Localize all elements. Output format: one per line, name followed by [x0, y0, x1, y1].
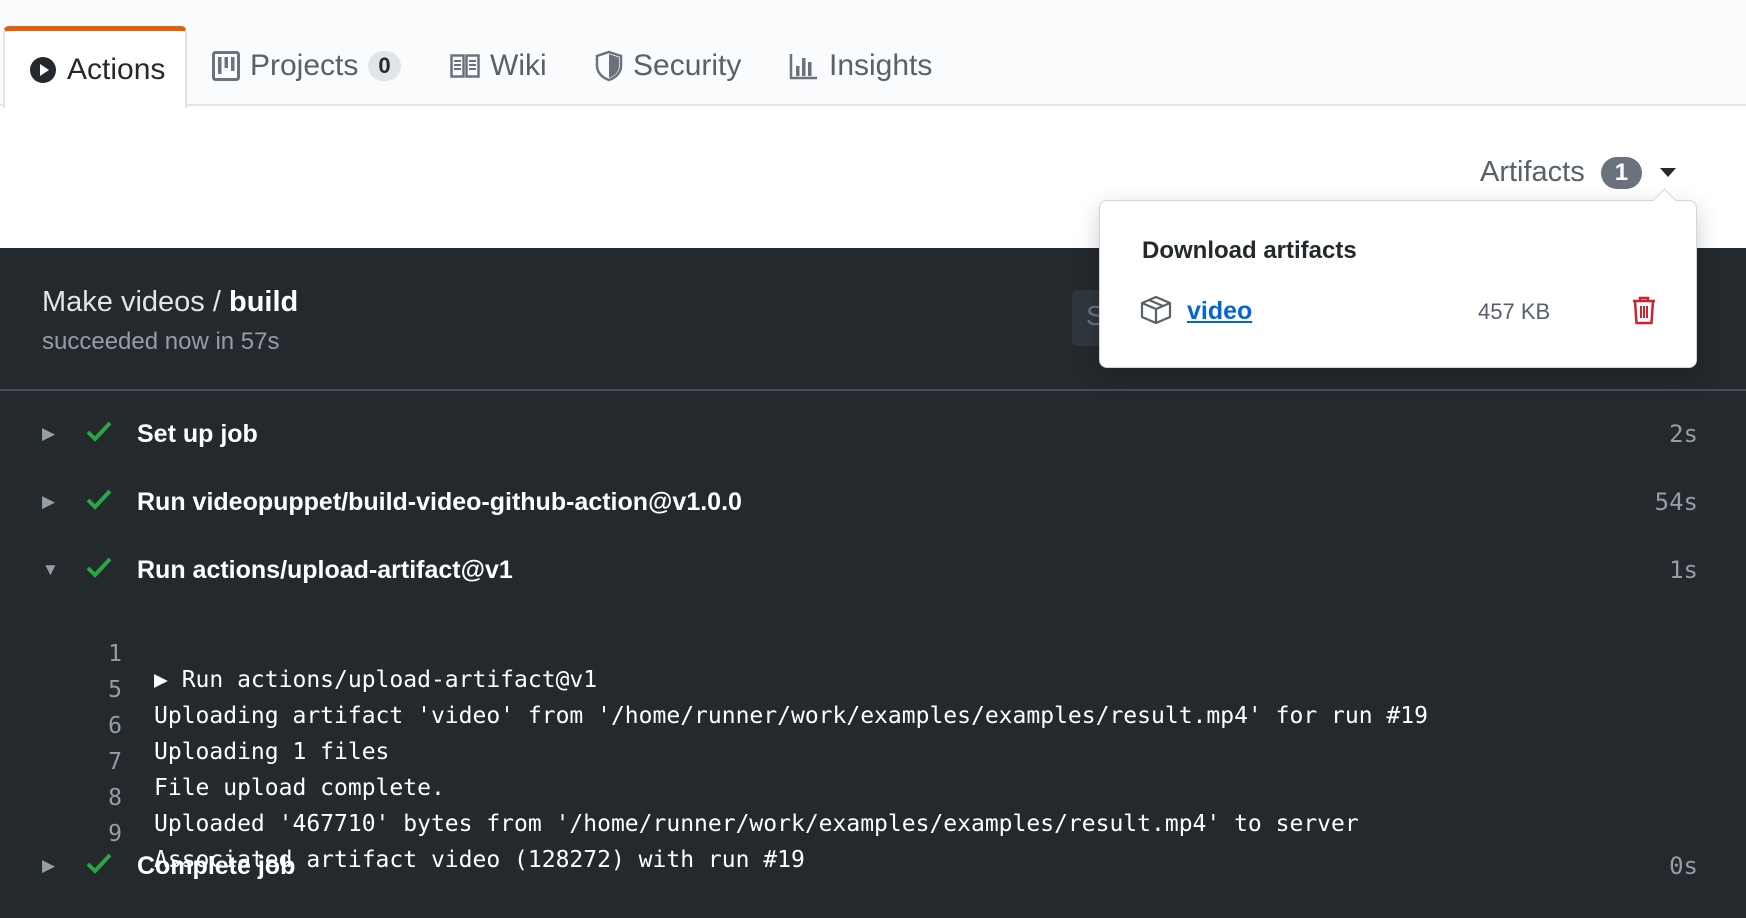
log-line: 5 Uploading artifact 'video' from '/home…	[0, 651, 1746, 729]
job-name: build	[228, 286, 299, 318]
shield-icon	[595, 50, 623, 82]
book-icon	[450, 54, 480, 78]
log-line: 9 Associated artifact video (128272) wit…	[0, 795, 1746, 873]
tab-actions[interactable]: Actions	[3, 26, 187, 108]
artifacts-popup: Download artifacts video 457 KB	[1099, 200, 1697, 368]
step-duration: 0s	[1669, 852, 1698, 880]
trash-icon[interactable]	[1631, 295, 1657, 330]
tab-actions-label: Actions	[67, 52, 166, 86]
step-duration: 2s	[1669, 420, 1698, 448]
artifact-row: video 457 KB	[1140, 293, 1660, 333]
check-icon	[86, 420, 112, 447]
tab-insights[interactable]: Insights	[789, 26, 932, 106]
step-name: Set up job	[137, 419, 258, 448]
step-duration: 1s	[1669, 556, 1698, 584]
collapse-triangle-icon[interactable]: ▼	[42, 560, 59, 580]
popup-title: Download artifacts	[1142, 237, 1357, 264]
project-icon	[212, 51, 240, 81]
artifact-download-link[interactable]: video	[1187, 297, 1252, 326]
projects-count-badge: 0	[368, 51, 401, 81]
job-status-text: succeeded now in 57s	[42, 328, 280, 355]
step-row[interactable]: ▶ Set up job 2s	[0, 404, 1746, 464]
tab-security[interactable]: Security	[595, 26, 741, 106]
job-title: Make videos / build	[42, 286, 298, 319]
check-icon	[86, 556, 112, 583]
tab-projects-label: Projects	[250, 49, 359, 82]
log-line: 8 Uploaded '467710' bytes from '/home/ru…	[0, 759, 1746, 837]
artifacts-count-badge: 1	[1600, 156, 1643, 189]
tab-security-label: Security	[633, 49, 742, 82]
step-name: Complete job	[137, 851, 296, 880]
step-name: Run videopuppet/build-video-github-actio…	[137, 487, 742, 516]
artifact-size: 457 KB	[1478, 299, 1551, 324]
artifacts-label: Artifacts	[1480, 156, 1585, 188]
tab-insights-label: Insights	[829, 49, 933, 82]
log-line: 6 Uploading 1 files	[0, 687, 1746, 765]
log-line: 7 File upload complete.	[0, 723, 1746, 801]
step-row[interactable]: ▶ Complete job 0s	[0, 836, 1746, 896]
artifacts-dropdown-toggle[interactable]: Artifacts 1	[1480, 156, 1677, 189]
workflow-name: Make videos /	[42, 286, 221, 318]
graph-icon	[789, 52, 819, 80]
expand-triangle-icon[interactable]: ▶	[42, 856, 55, 876]
step-row[interactable]: ▶ Run videopuppet/build-video-github-act…	[0, 472, 1746, 532]
chevron-down-icon	[1660, 168, 1677, 177]
step-name: Run actions/upload-artifact@v1	[137, 555, 513, 584]
package-icon	[1140, 295, 1172, 330]
play-icon	[29, 56, 57, 84]
check-icon	[86, 488, 112, 515]
log-line[interactable]: 1 ▶ Run actions/upload-artifact@v1	[0, 615, 1746, 693]
tab-wiki[interactable]: Wiki	[450, 26, 547, 106]
repo-tab-bar: Actions Projects 0 Wiki Security Insight…	[0, 0, 1746, 108]
step-row[interactable]: ▼ Run actions/upload-artifact@v1 1s	[0, 540, 1746, 600]
check-icon	[86, 852, 112, 879]
step-duration: 54s	[1654, 488, 1698, 516]
tab-projects[interactable]: Projects 0	[212, 26, 401, 106]
tab-wiki-label: Wiki	[490, 49, 547, 82]
expand-triangle-icon[interactable]: ▶	[42, 492, 55, 512]
expand-triangle-icon[interactable]: ▶	[42, 424, 55, 444]
